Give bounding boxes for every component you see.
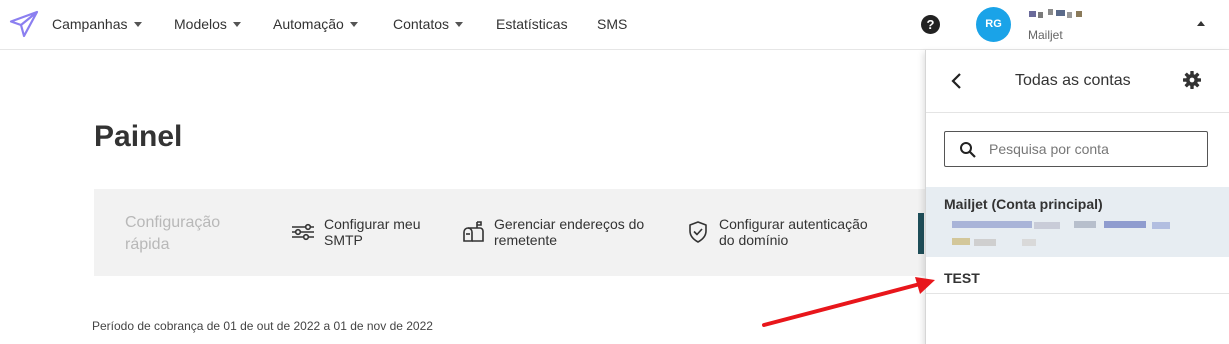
nav-automacao-label: Automação bbox=[273, 16, 344, 32]
nav-automacao[interactable]: Automação bbox=[273, 16, 358, 32]
configure-smtp-line2: SMTP bbox=[324, 232, 363, 248]
configure-domain-auth-link[interactable]: Configurar autenticação do domínio bbox=[685, 216, 868, 248]
mailbox-icon bbox=[463, 221, 484, 242]
configure-domain-auth-line1: Configurar autenticação bbox=[719, 216, 868, 232]
chevron-down-icon bbox=[455, 21, 464, 27]
configure-smtp-text: Configurar meu SMTP bbox=[324, 216, 421, 248]
configure-domain-auth-text: Configurar autenticação do domínio bbox=[719, 216, 868, 248]
gear-icon[interactable] bbox=[1182, 70, 1202, 90]
nav-sms[interactable]: SMS bbox=[597, 16, 627, 32]
account-panel-header: Todas as contas bbox=[926, 50, 1229, 113]
nav-contatos-label: Contatos bbox=[393, 16, 450, 32]
quick-setup-action-edge[interactable] bbox=[918, 213, 924, 254]
search-icon bbox=[960, 142, 976, 158]
page-title: Painel bbox=[94, 120, 183, 153]
account-subname: Mailjet bbox=[1028, 28, 1063, 42]
manage-sender-addresses-line1: Gerenciar endereços do bbox=[494, 216, 645, 232]
account-item-main[interactable]: Mailjet (Conta principal) bbox=[926, 187, 1229, 257]
account-switcher-panel: Todas as contas Mailjet (Conta principal… bbox=[925, 50, 1229, 344]
chevron-down-icon bbox=[232, 21, 241, 27]
shield-check-icon bbox=[689, 221, 707, 243]
sliders-icon bbox=[292, 223, 314, 241]
top-navigation: Campanhas Modelos Automação Contatos Est… bbox=[0, 0, 1229, 50]
question-circle-icon[interactable]: ? bbox=[921, 15, 940, 34]
nav-modelos-label: Modelos bbox=[174, 16, 227, 32]
avatar[interactable]: RG bbox=[976, 7, 1011, 42]
account-search-field[interactable] bbox=[944, 131, 1208, 167]
quick-setup-label-line2: rápida bbox=[125, 236, 170, 253]
nav-estatisticas[interactable]: Estatísticas bbox=[496, 16, 568, 32]
quick-setup-label: Configuração rápida bbox=[125, 212, 220, 256]
account-name-redacted bbox=[1029, 9, 1099, 19]
nav-campanhas-label: Campanhas bbox=[52, 16, 128, 32]
chevron-left-icon[interactable] bbox=[946, 70, 968, 92]
account-search-input[interactable] bbox=[989, 139, 1199, 159]
quick-setup-label-line1: Configuração bbox=[125, 214, 221, 231]
annotation-arrow bbox=[762, 277, 935, 327]
divider bbox=[926, 293, 1229, 294]
chevron-down-icon bbox=[133, 21, 142, 27]
manage-sender-addresses-line2: remetente bbox=[494, 232, 558, 248]
nav-contatos[interactable]: Contatos bbox=[393, 16, 464, 32]
mailjet-logo-icon[interactable] bbox=[8, 9, 40, 39]
manage-sender-addresses-text: Gerenciar endereços do remetente bbox=[494, 216, 644, 248]
manage-sender-addresses-link[interactable]: Gerenciar endereços do remetente bbox=[460, 216, 644, 248]
nav-estatisticas-label: Estatísticas bbox=[496, 16, 568, 32]
account-panel-title: Todas as contas bbox=[1015, 72, 1131, 89]
billing-period: Período de cobrança de 01 de out de 2022… bbox=[92, 319, 433, 333]
configure-smtp-link[interactable]: Configurar meu SMTP bbox=[290, 216, 421, 248]
nav-campanhas[interactable]: Campanhas bbox=[52, 16, 142, 32]
chevron-up-icon[interactable] bbox=[1197, 21, 1205, 26]
quick-setup-bar: Configuração rápida Configurar meu SMTP bbox=[94, 189, 934, 276]
account-item-test[interactable]: TEST bbox=[944, 270, 980, 286]
chevron-down-icon bbox=[349, 21, 358, 27]
nav-modelos[interactable]: Modelos bbox=[174, 16, 241, 32]
nav-sms-label: SMS bbox=[597, 16, 628, 32]
account-item-main-label: Mailjet (Conta principal) bbox=[944, 196, 1103, 212]
configure-smtp-line1: Configurar meu bbox=[324, 216, 421, 232]
configure-domain-auth-line2: do domínio bbox=[719, 232, 789, 248]
